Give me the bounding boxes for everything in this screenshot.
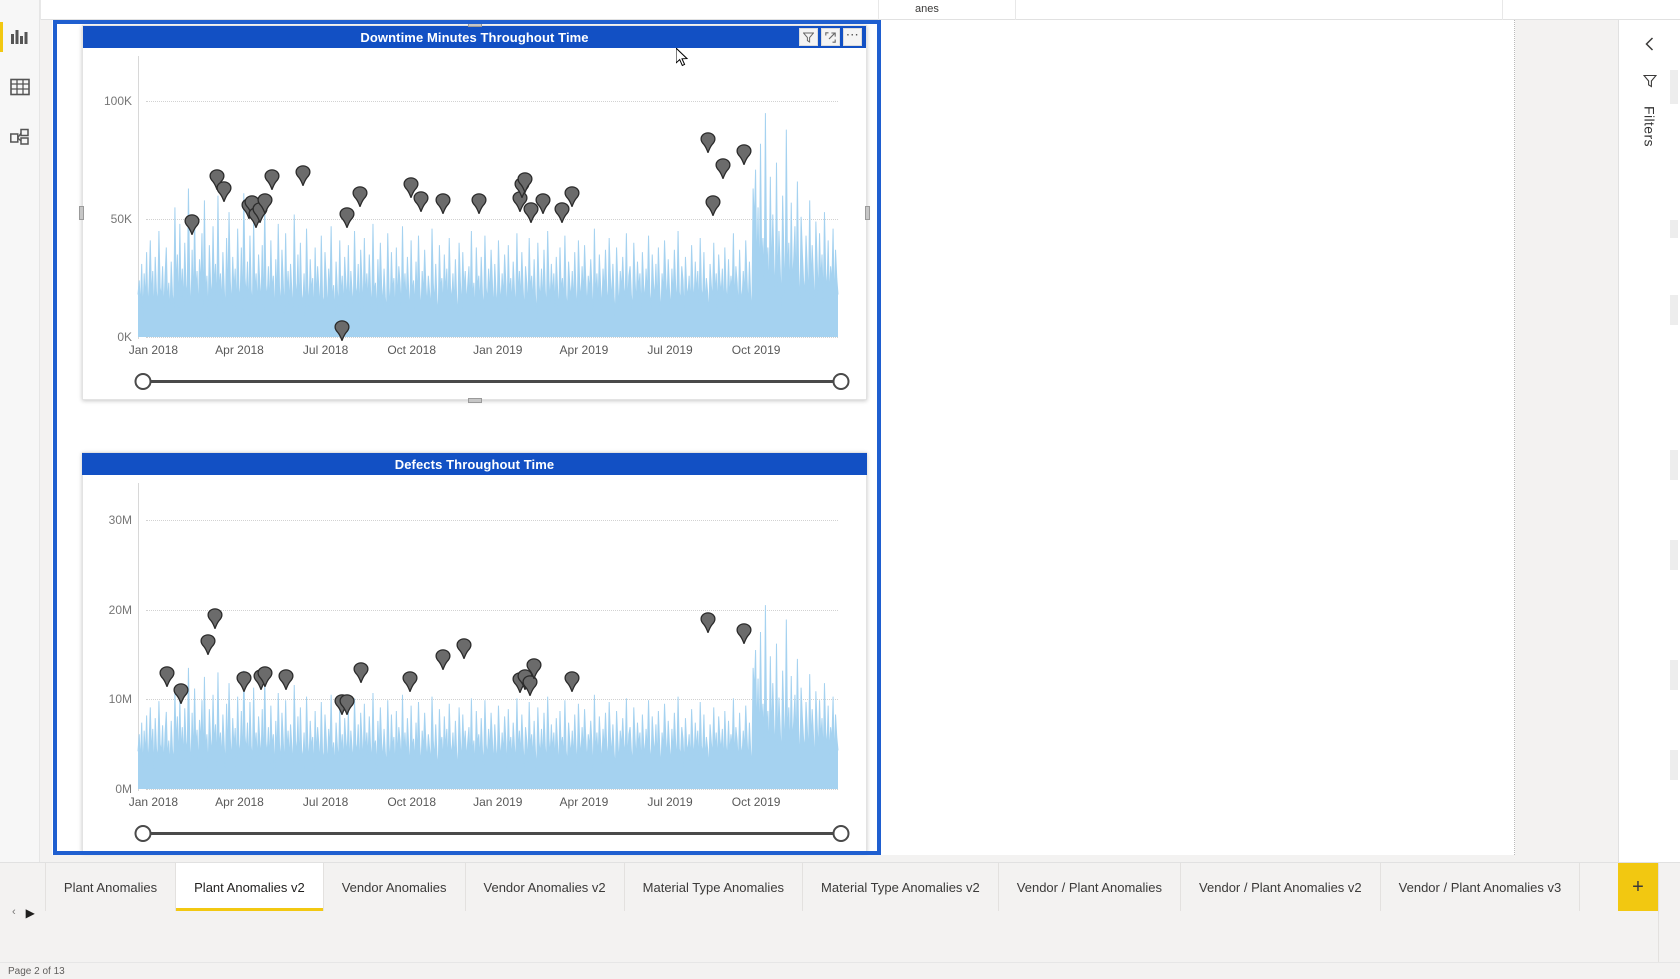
tab-page-6[interactable]: Vendor / Plant Anomalies — [997, 863, 1182, 911]
x-axis-tick-label: Apr 2018 — [215, 795, 264, 809]
pane-scroll-tick[interactable] — [1670, 750, 1678, 780]
visual-header-tools-downtime: ⋯ — [799, 26, 862, 48]
x-axis-tick-label: Jul 2019 — [647, 343, 693, 357]
tab-label: Vendor Anomalies — [341, 879, 447, 895]
pane-scroll-tick[interactable] — [1670, 660, 1678, 690]
tab-page-8[interactable]: Vendor / Plant Anomalies v3 — [1379, 863, 1581, 911]
tab-page-7[interactable]: Vendor / Plant Anomalies v2 — [1180, 863, 1381, 911]
visual-header-defects: Defects Throughout Time — [82, 453, 867, 475]
sidebar-item-data-view[interactable] — [3, 72, 37, 102]
status-text: Page 2 of 13 — [8, 965, 65, 977]
slider-knob-left[interactable] — [134, 373, 152, 390]
table-icon — [9, 78, 30, 96]
x-axis-tick-label: Apr 2018 — [215, 343, 264, 357]
x-axis-tick-label: Jan 2018 — [128, 795, 179, 809]
tab-label: Vendor / Plant Anomalies — [1016, 879, 1163, 895]
visual-title-defects: Defects Throughout Time — [394, 456, 555, 472]
status-bar: Page 2 of 13 — [0, 962, 1680, 979]
more-options-icon[interactable]: ⋯ — [843, 28, 862, 46]
filter-icon[interactable] — [1639, 70, 1661, 92]
tab-page-0[interactable]: Plant Anomalies — [44, 863, 177, 911]
downtime-range-slider[interactable] — [83, 371, 866, 393]
visual-defects[interactable]: Defects Throughout Time 0M 10M 20M 30M Jan 2… — [82, 452, 867, 852]
tab-next-arrow-icon[interactable]: ▶ — [26, 907, 35, 919]
report-page-canvas[interactable]: Downtime Minutes Throughout Time ⋯ 0K 50… — [52, 20, 1515, 855]
visual-header-downtime: Downtime Minutes Throughout Time ⋯ — [83, 26, 866, 48]
visual-downtime-minutes[interactable]: Downtime Minutes Throughout Time ⋯ 0K 50… — [79, 22, 870, 403]
tab-label: Vendor Anomalies v2 — [483, 879, 606, 895]
tab-label: Material Type Anomalies v2 — [821, 879, 980, 895]
tab-navigation: ‹ ▶ — [0, 863, 45, 962]
page-tab-bar: ‹ ▶ Plant Anomalies Plant Anomalies v2 Ven… — [0, 862, 1680, 962]
filters-pane-title: Filters — [1641, 106, 1658, 147]
resize-handle-top[interactable] — [467, 22, 482, 27]
bar-chart-icon — [10, 28, 30, 46]
report-canvas-area[interactable]: Downtime Minutes Throughout Time ⋯ 0K 50… — [40, 20, 1680, 862]
tab-page-2[interactable]: Vendor Anomalies — [322, 863, 466, 911]
slider-knob-right[interactable] — [832, 825, 850, 842]
x-axis-tick-label: Oct 2019 — [731, 343, 781, 357]
tab-page-5[interactable]: Material Type Anomalies v2 — [802, 863, 999, 911]
x-axis-tick-label: Jul 2019 — [647, 795, 693, 809]
top-pane-strip: anes — [40, 0, 1680, 20]
pane-scroll-tick[interactable] — [1670, 540, 1678, 570]
tab-page-1[interactable]: Plant Anomalies v2 — [175, 863, 324, 911]
resize-handle-right[interactable] — [865, 205, 870, 220]
visual-title-downtime: Downtime Minutes Throughout Time — [360, 29, 589, 45]
resize-handle-bottom[interactable] — [467, 398, 482, 403]
tab-label: Vendor / Plant Anomalies v2 — [1199, 879, 1362, 895]
x-axis-tick-label: Oct 2019 — [731, 795, 781, 809]
tab-label: Plant Anomalies v2 — [194, 879, 305, 895]
tab-prev-arrow-icon[interactable]: ‹ — [12, 907, 16, 918]
x-axis-tick-label: Jul 2018 — [302, 795, 349, 809]
pane-scroll-tick[interactable] — [1670, 295, 1678, 325]
x-axis-tick-label: Jul 2018 — [302, 343, 349, 357]
view-switcher-rail — [0, 0, 40, 862]
focus-mode-icon[interactable] — [821, 28, 840, 46]
filters-pane[interactable]: Filters — [1618, 20, 1680, 862]
slider-knob-left[interactable] — [134, 825, 152, 842]
collapse-pane-chevron-icon[interactable] — [1638, 32, 1662, 56]
x-axis-tick-label: Jan 2019 — [473, 795, 523, 809]
tab-label: Vendor / Plant Anomalies v3 — [1398, 879, 1562, 895]
x-axis-tick-label: Jan 2019 — [473, 343, 523, 357]
tab-page-4[interactable]: Material Type Anomalies — [623, 863, 804, 911]
tab-list: Plant Anomalies Plant Anomalies v2 Vendor … — [44, 863, 1618, 962]
pane-scroll-tick[interactable] — [1670, 450, 1678, 480]
x-axis-tick-label: Oct 2018 — [387, 343, 437, 357]
x-axis-tick-label: Oct 2018 — [387, 795, 437, 809]
slider-knob-right[interactable] — [832, 373, 850, 390]
plot-area-defects: 0M 10M 20M 30M Jan 2018 Apr 2018 Jul 2018 Oct 2… — [83, 475, 866, 851]
model-relationships-icon — [9, 128, 30, 146]
x-axis-tick-label: Jan 2018 — [128, 343, 179, 357]
x-axis-tick-label: Apr 2019 — [559, 795, 609, 809]
pane-label-text: anes — [915, 3, 939, 15]
resize-handle-left[interactable] — [79, 205, 84, 220]
sidebar-item-report-view[interactable] — [0, 22, 37, 52]
filter-icon[interactable] — [799, 28, 818, 46]
plot-area-downtime: 0K 50K 100K Jan 2018 Apr 2018 Jul 2018 Oct 201… — [83, 48, 866, 399]
tab-end-cap — [1658, 863, 1680, 962]
sidebar-item-model-view[interactable] — [3, 122, 37, 152]
power-bi-desktop-window: anes Downtime Minutes Throughout Time ⋯ … — [0, 0, 1680, 979]
tab-label: Material Type Anomalies — [642, 879, 785, 895]
tab-label: Plant Anomalies — [63, 879, 158, 895]
x-axis-tick-label: Apr 2019 — [559, 343, 609, 357]
tab-page-3[interactable]: Vendor Anomalies v2 — [464, 863, 625, 911]
pane-scroll-tick[interactable] — [1670, 220, 1678, 238]
defects-range-slider[interactable] — [83, 823, 866, 845]
add-page-button[interactable]: + — [1618, 863, 1658, 911]
pane-scroll-tick[interactable] — [1670, 70, 1678, 104]
